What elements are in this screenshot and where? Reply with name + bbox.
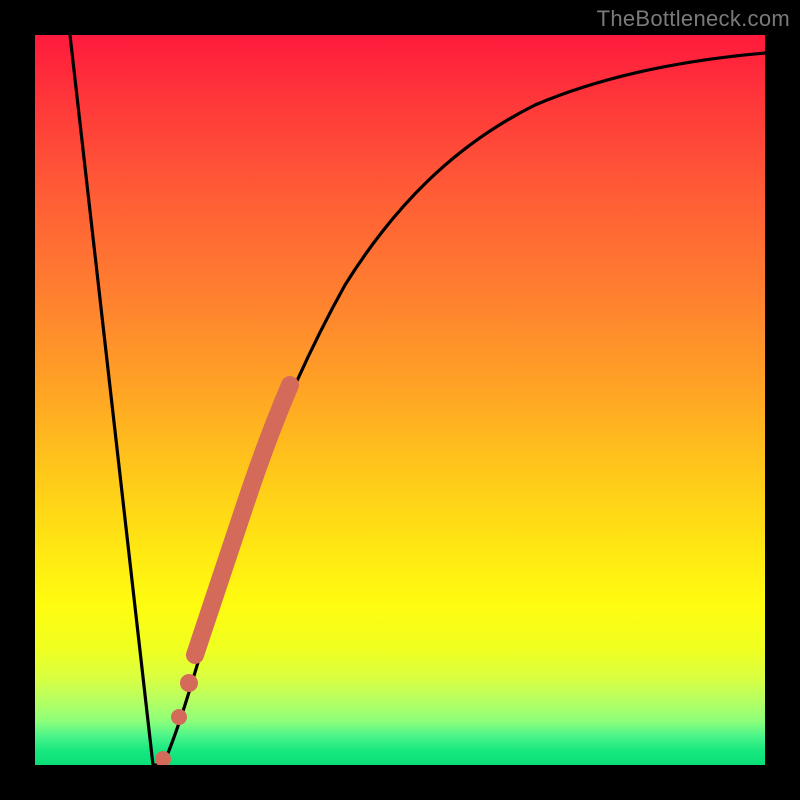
curve-layer: [35, 35, 765, 765]
watermark-text: TheBottleneck.com: [597, 6, 790, 32]
bottleneck-curve: [70, 35, 765, 765]
chart-frame: TheBottleneck.com: [0, 0, 800, 800]
highlight-dot: [171, 709, 187, 725]
highlight-dot: [180, 674, 198, 692]
plot-area: [35, 35, 765, 765]
highlighted-range: [195, 385, 290, 655]
